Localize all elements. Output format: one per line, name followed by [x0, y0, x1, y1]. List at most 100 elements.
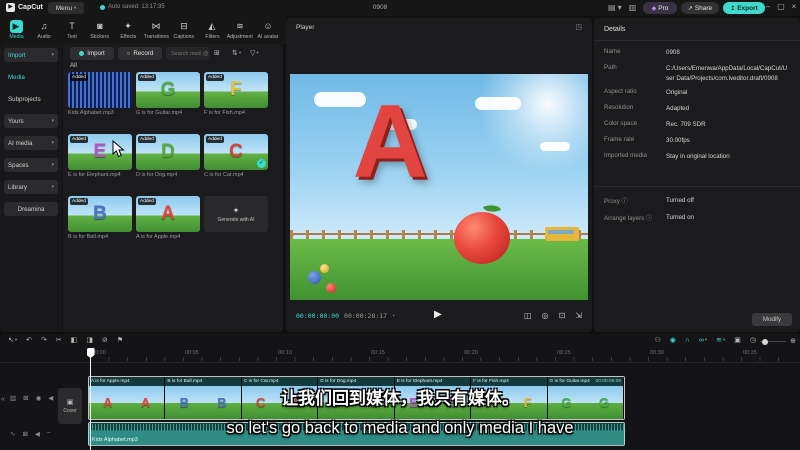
zoom-in-icon[interactable]: ⊕: [790, 337, 796, 345]
timer-icon[interactable]: ◷: [750, 336, 756, 344]
media-item[interactable]: E Added E is for Elephant.mp4: [68, 134, 132, 182]
sidebar-item-media[interactable]: Media: [4, 70, 58, 84]
share-button[interactable]: ↗ Share: [681, 2, 719, 14]
expand-player-icon[interactable]: ◳: [575, 23, 582, 31]
clip-duration-label: 00:00:06:09: [595, 379, 621, 384]
media-item[interactable]: D Added D is for Dog.mp4: [136, 134, 200, 182]
cover-button[interactable]: ▣ Cover: [58, 388, 82, 424]
minimize-button[interactable]: –: [763, 2, 773, 11]
collapse-tracks-icon[interactable]: «: [1, 396, 5, 403]
timeline-clip-c-is-for-cat-mp4[interactable]: C is for Cat.mp4 C C: [241, 377, 319, 419]
toggle-visibility-icon[interactable]: ◉: [36, 394, 42, 402]
timeline-clip-d-is-for-dog-mp4[interactable]: D is for Dog.mp4 D D: [318, 377, 395, 419]
tab-effects[interactable]: ✦ Effects: [114, 16, 142, 44]
media-item[interactable]: B Added B is for Ball.mp4: [68, 196, 132, 244]
layout-toggle-icon[interactable]: ▤ ▾: [608, 3, 622, 12]
timeline-clip-b-is-for-ball-mp4[interactable]: B is for Ball.mp4 B B: [165, 377, 242, 419]
clip-letter: F: [485, 395, 494, 410]
magnet-icon[interactable]: ∩: [685, 337, 690, 344]
close-button[interactable]: ×: [789, 2, 799, 11]
autosave-text: Auto saved: 13:17:35: [108, 4, 165, 10]
tab-media[interactable]: ▶ Media: [2, 16, 30, 44]
timeline-clip-g-is-for-guitar-mp4[interactable]: G is for Guitar.mp4 00:00:06:09 G G: [547, 377, 624, 419]
record-button[interactable]: ○ Record: [118, 47, 162, 60]
export-button[interactable]: ↥ Export: [723, 2, 765, 14]
mute-icon[interactable]: ◀: [48, 394, 53, 402]
sidebar-item-spaces[interactable]: Spaces ▾: [4, 158, 58, 172]
clip-letter: E: [409, 395, 418, 410]
sidebar-item-library[interactable]: Library ▾: [4, 180, 58, 194]
tab-captions[interactable]: ⊟ Captions: [170, 16, 198, 44]
shrink-track-icon[interactable]: −: [47, 430, 51, 438]
maximize-button[interactable]: ▢: [776, 2, 786, 11]
media-item[interactable]: Added Kids Alphabet.mp3: [68, 72, 132, 120]
pro-button[interactable]: ◆ Pro: [643, 2, 677, 14]
tab-transitions[interactable]: ⋈ Transitions: [142, 16, 170, 44]
media-item[interactable]: G Added G is for Guitar.mp4: [136, 72, 200, 120]
timeline-clip-f-is-for-fish-mp4[interactable]: F is for Fish.mp4 F F: [471, 377, 548, 419]
slider-knob[interactable]: [762, 338, 768, 345]
link-icon[interactable]: ∞ ▾: [699, 337, 707, 344]
timecode-caret-icon[interactable]: ▾: [392, 313, 395, 319]
play-button[interactable]: ▶: [434, 309, 442, 320]
menu-button[interactable]: Menu ▾: [48, 2, 84, 14]
tab-text[interactable]: T Text: [58, 16, 86, 44]
tab-filters[interactable]: ◭ Filters: [198, 16, 226, 44]
tab-stickers[interactable]: ◙ Stickers: [86, 16, 114, 44]
import-button[interactable]: Import: [70, 47, 114, 60]
preview-quality-icon[interactable]: ◎: [542, 311, 549, 320]
sort-icon[interactable]: ⇅ ▾: [232, 49, 241, 57]
mirror-preview-icon[interactable]: ◫: [524, 311, 532, 320]
tab-ai-avatar[interactable]: ☺ AI avatar: [254, 16, 282, 44]
media-item[interactable]: F Added F is for Fish.mp4: [204, 72, 268, 120]
sidebar-item-import[interactable]: Import ▾: [4, 48, 58, 62]
select-tool-icon[interactable]: ↖ ▾: [8, 336, 17, 344]
redo-icon[interactable]: ↷: [41, 336, 47, 344]
text-icon: T: [69, 21, 75, 31]
lock-icon[interactable]: ⊠: [22, 430, 27, 438]
delete-left-icon[interactable]: ◧: [71, 336, 78, 344]
tab-adjustment[interactable]: ≋ Adjustment: [226, 16, 254, 44]
ruler-label: 00:10: [278, 350, 292, 356]
clip-thumbnails: GG: [547, 386, 623, 419]
generate-with-ai-tile[interactable]: ✦ Generate with AI: [204, 196, 268, 232]
mute-icon[interactable]: ◀: [35, 430, 40, 438]
ratio-icon[interactable]: ⊡: [559, 311, 566, 320]
audio-clip[interactable]: Kids Alphabet.mp3: [88, 422, 625, 446]
playhead[interactable]: [86, 348, 95, 450]
transitions-icon: ⋈: [151, 21, 161, 31]
audio-mixer-icon[interactable]: ≋ ▾: [716, 336, 725, 344]
sidebar-item-yours[interactable]: Yours ▾: [4, 114, 58, 128]
video-preview[interactable]: A: [290, 74, 588, 300]
media-item[interactable]: C Added ✓ C is for Cat.mp4: [204, 134, 268, 182]
sidebar-item-ai-media[interactable]: AI media ▾: [4, 136, 58, 150]
fullscreen-icon[interactable]: ⇲: [575, 311, 582, 320]
track-type-icon[interactable]: ▥: [10, 394, 16, 402]
reverse-search-icon[interactable]: ◎: [203, 50, 208, 57]
sidebar-item-dreamina[interactable]: Dreamina: [4, 202, 58, 216]
panel-layout-icon[interactable]: ▥: [629, 3, 637, 12]
search-input[interactable]: [169, 49, 203, 58]
modify-button[interactable]: Modify: [752, 313, 792, 326]
delete-right-icon[interactable]: ◨: [86, 336, 93, 344]
timeline-clip-e-is-for-elephant-mp4[interactable]: E is for Elephant.mp4 E E: [394, 377, 472, 419]
sidebar-item-subprojects[interactable]: Subprojects: [4, 92, 58, 106]
clip-thumbnails: DD: [318, 386, 394, 419]
timeline-ruler[interactable]: 00:00 00:05 00:10 00:15 00:20 00:25 00:30 00:35: [0, 348, 800, 363]
split-icon[interactable]: ✂: [56, 336, 62, 344]
filter-icon[interactable]: ▽ ▾: [250, 49, 259, 57]
timeline-clip-a-is-for-apple-mp4[interactable]: A is for Apple.mp4 A A: [89, 377, 166, 419]
timeline-zoom-slider[interactable]: [760, 338, 786, 345]
audio-track-icon[interactable]: ∿: [10, 430, 15, 438]
tab-audio[interactable]: ♫ Audio: [30, 16, 58, 44]
undo-icon[interactable]: ↶: [26, 336, 32, 344]
grid-view-icon[interactable]: ⊞: [214, 49, 220, 57]
lock-icon[interactable]: ⊠: [23, 394, 28, 402]
media-sidebar: Import ▾ Media Subprojects Yours ▾ AI media ▾ Sp…: [0, 44, 63, 332]
media-item[interactable]: A Added A is for Apple.mp4: [136, 196, 200, 244]
preview-axis-icon[interactable]: ▣: [734, 336, 741, 344]
snap-icon[interactable]: ◉: [670, 336, 676, 344]
mark-icon[interactable]: ⚑: [117, 336, 123, 344]
voiceover-mic-icon[interactable]: ⚇: [654, 336, 660, 344]
delete-icon[interactable]: ⊘: [102, 336, 108, 344]
